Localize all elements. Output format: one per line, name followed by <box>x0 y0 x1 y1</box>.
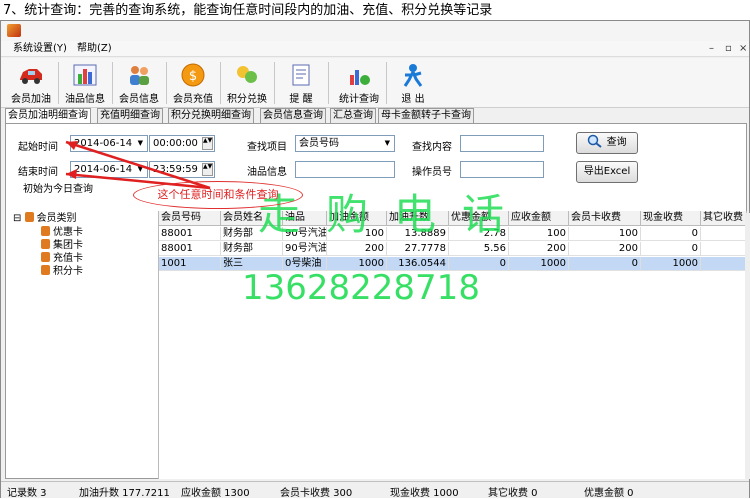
users-icon <box>125 62 153 88</box>
table-cell: 100 <box>569 227 641 241</box>
coin-icon: $ <box>179 62 207 88</box>
find-content-label: 查找内容 <box>412 142 452 153</box>
col-other-fee[interactable]: 其它收费 <box>701 211 747 226</box>
tab-recharge-detail[interactable]: 充值明细查询 <box>97 108 163 123</box>
car-icon <box>17 62 45 88</box>
status-discount: 优惠金额 0 <box>584 488 634 499</box>
title-bar <box>1 21 749 41</box>
tree-root[interactable]: ⊟ 会员类别 <box>13 212 77 225</box>
table-cell: 200 <box>569 242 641 256</box>
status-card-fee: 会员卡收费 300 <box>280 488 353 499</box>
folder-icon <box>24 212 34 222</box>
tab-summary[interactable]: 汇总查询 <box>330 108 376 123</box>
toolbar: 会员加油 油品信息 会员信息 $ 会员充值 积分兑换 提 醒 统计查询 退 出 <box>1 58 749 108</box>
menu-bar: 系统设置(Y) 帮助(Z) <box>1 41 749 57</box>
status-record-count: 记录数 3 <box>7 488 47 499</box>
oil-info-button[interactable]: 油品信息 <box>59 60 111 106</box>
svg-text:$: $ <box>189 69 197 84</box>
reminder-button[interactable]: 提 醒 <box>275 60 327 106</box>
member-category-tree: ⊟ 会员类别 优惠卡 集团卡 充值卡 积分卡 <box>13 209 161 479</box>
close-button[interactable]: × <box>739 43 747 54</box>
member-refuel-button[interactable]: 会员加油 <box>5 60 57 106</box>
col-member-no[interactable]: 会员号码 <box>159 211 221 226</box>
tab-card-transfer[interactable]: 母卡金额转子卡查询 <box>378 108 474 123</box>
col-card-fee[interactable]: 会员卡收费 <box>569 211 641 226</box>
tab-member-info[interactable]: 会员信息查询 <box>260 108 326 123</box>
table-cell: 5.56 <box>449 242 509 256</box>
query-button[interactable]: 查询 <box>576 132 638 154</box>
table-cell: 0 <box>641 242 701 256</box>
table-cell: 0 <box>569 257 641 271</box>
table-cell: 1000 <box>509 257 569 271</box>
table-cell: 200 <box>327 242 387 256</box>
member-info-button[interactable]: 会员信息 <box>113 60 165 106</box>
find-item-label: 查找项目 <box>247 142 287 153</box>
card-icon <box>41 265 50 275</box>
records-grid: 会员号码 会员姓名 油品 加油金额 加油升数 优惠金额 应收金额 会员卡收费 现… <box>158 211 747 479</box>
table-cell: 90号汽油 <box>285 242 327 256</box>
oil-info-label: 油品信息 <box>247 167 287 178</box>
stats-icon <box>345 62 373 88</box>
tree-item-group-card[interactable]: 集团卡 <box>41 239 83 252</box>
tree-item-discount-card[interactable]: 优惠卡 <box>41 226 83 239</box>
table-cell: 1000 <box>641 257 701 271</box>
table-cell <box>701 227 747 241</box>
operator-label: 操作员号 <box>412 167 452 178</box>
tree-item-recharge-card[interactable]: 充值卡 <box>41 252 83 265</box>
status-cash-fee: 现金收费 1000 <box>390 488 459 499</box>
find-content-input[interactable] <box>460 135 544 152</box>
reminder-icon <box>287 62 315 88</box>
app-icon <box>7 24 21 37</box>
table-cell: 财务部 <box>221 242 283 256</box>
oil-info-input[interactable] <box>295 161 395 178</box>
member-recharge-button[interactable]: $ 会员充值 <box>167 60 219 106</box>
tab-points-detail[interactable]: 积分兑换明细查询 <box>168 108 254 123</box>
magnifier-icon <box>588 134 603 148</box>
restore-button[interactable]: ▫ <box>725 43 732 54</box>
app-window: 系统设置(Y) 帮助(Z) – ▫ × 会员加油 油品信息 会员信息 $ 会员充… <box>0 20 750 499</box>
tree-item-points-card[interactable]: 积分卡 <box>41 265 83 278</box>
stats-query-button[interactable]: 统计查询 <box>333 60 385 106</box>
annotation-callout: 这个任意时间和条件查询 <box>133 181 303 209</box>
end-time-label: 结束时间 <box>18 167 58 178</box>
table-cell: 200 <box>509 242 569 256</box>
table-cell: 1001 <box>159 257 221 271</box>
table-cell <box>701 242 747 256</box>
table-cell: 88001 <box>159 242 221 256</box>
operator-input[interactable] <box>460 161 544 178</box>
menu-system-settings[interactable]: 系统设置(Y) <box>13 42 67 56</box>
vertical-scrollbar[interactable] <box>745 213 750 479</box>
exit-button[interactable]: 退 出 <box>387 60 439 106</box>
export-excel-button[interactable]: 导出Excel <box>576 161 638 183</box>
points-exchange-button[interactable]: 积分兑换 <box>221 60 273 106</box>
menu-help[interactable]: 帮助(Z) <box>77 42 112 56</box>
exchange-icon <box>233 62 261 88</box>
tab-refuel-detail[interactable]: 会员加油明细查询 <box>5 108 91 124</box>
watermark-phone: 13628228718 <box>242 268 480 308</box>
table-cell: 88001 <box>159 227 221 241</box>
table-cell: 0 <box>641 227 701 241</box>
exit-icon <box>399 62 427 88</box>
status-liters: 加油升数 177.7211 <box>79 488 170 499</box>
start-time-label: 起始时间 <box>18 142 58 153</box>
caption-text: 7、统计查询：完善的查询系统，能查询任意时间段内的加油、充值、积分兑换等记录 <box>3 3 493 18</box>
card-icon <box>41 226 50 236</box>
fuel-chart-icon <box>71 62 99 88</box>
minimize-button[interactable]: – <box>709 43 714 54</box>
status-receivable: 应收金额 1300 <box>181 488 250 499</box>
status-other-fee: 其它收费 0 <box>488 488 538 499</box>
card-icon <box>41 252 50 262</box>
card-icon <box>41 239 50 249</box>
table-row[interactable]: 88001 财务部 90号汽油 200 27.7778 5.56 200 200 0 <box>159 242 747 256</box>
table-cell: 27.7778 <box>387 242 449 256</box>
find-item-select[interactable]: 会员号码 <box>295 135 395 152</box>
status-bar: 记录数 3 加油升数 177.7211 应收金额 1300 会员卡收费 300 … <box>1 481 749 499</box>
table-cell <box>701 257 747 271</box>
col-cash-fee[interactable]: 现金收费 <box>641 211 701 226</box>
